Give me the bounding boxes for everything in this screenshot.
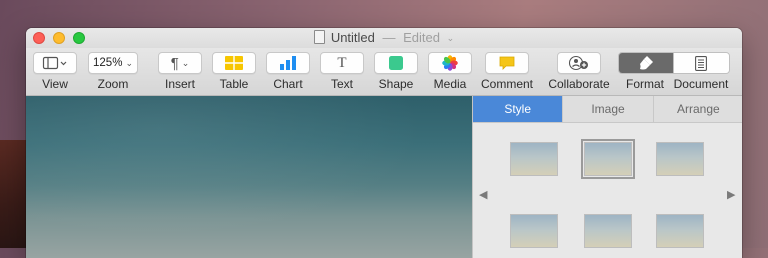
tab-arrange[interactable]: Arrange xyxy=(653,96,742,122)
chart-button[interactable] xyxy=(266,52,310,74)
title-bar: Untitled — Edited ⌄ xyxy=(26,28,742,48)
desktop-wallpaper-edge xyxy=(0,140,26,248)
image-style-thumbnail[interactable] xyxy=(584,214,632,248)
document-proxy-icon[interactable] xyxy=(313,30,325,44)
tab-image[interactable]: Image xyxy=(563,96,654,122)
pages-window: Untitled — Edited ⌄ View 125% ⌄ Zoom ¶ ⌄… xyxy=(26,28,742,258)
document-title: Untitled xyxy=(330,30,375,45)
bar-chart-icon xyxy=(280,56,296,70)
window-title[interactable]: Untitled — Edited ⌄ xyxy=(26,30,742,46)
view-button[interactable] xyxy=(33,52,77,74)
image-style-thumbnail[interactable] xyxy=(656,142,704,176)
media-tool: Media xyxy=(428,52,472,91)
toolbar: View 125% ⌄ Zoom ¶ ⌄ Insert Table Chart … xyxy=(26,48,742,96)
document-icon xyxy=(695,55,708,71)
view-label: View xyxy=(42,77,68,91)
text-tool: T Text xyxy=(320,52,364,91)
chevron-down-icon: ⌄ xyxy=(125,57,133,68)
comment-button[interactable] xyxy=(485,52,529,74)
zoom-value: 125% xyxy=(93,57,123,69)
image-style-thumbnail[interactable] xyxy=(581,139,635,179)
document-button[interactable] xyxy=(672,53,729,73)
collaborate-tool: Collaborate xyxy=(544,52,614,91)
paintbrush-icon xyxy=(639,56,653,70)
table-tool: Table xyxy=(212,52,256,91)
text-label: Text xyxy=(330,77,353,91)
document-label: Document xyxy=(673,77,729,91)
inspector-tabs: Style Image Arrange xyxy=(473,96,742,123)
chevron-down-icon: ⌄ xyxy=(181,57,190,68)
document-canvas[interactable] xyxy=(26,96,472,258)
previous-page-arrow-icon[interactable]: ◀ xyxy=(479,188,487,201)
sidebar-view-icon xyxy=(42,56,67,70)
title-chevron-icon: ⌄ xyxy=(446,33,455,43)
inspector-segmented-control xyxy=(618,52,730,74)
image-style-thumbnail[interactable] xyxy=(656,214,704,248)
shape-label: Shape xyxy=(378,77,414,91)
collaborate-icon xyxy=(568,55,588,71)
insert-tool: ¶ ⌄ Insert xyxy=(158,52,202,91)
format-button[interactable] xyxy=(619,53,673,73)
chart-tool: Chart xyxy=(266,52,310,91)
image-style-thumbnail[interactable] xyxy=(510,214,558,248)
text-button[interactable]: T xyxy=(320,52,364,74)
collaborate-label: Collaborate xyxy=(548,77,610,91)
media-flower-icon xyxy=(442,55,458,71)
comment-label: Comment xyxy=(480,77,533,91)
shape-tool: Shape xyxy=(374,52,418,91)
insert-button[interactable]: ¶ ⌄ xyxy=(158,52,202,74)
comment-tool: Comment xyxy=(478,52,536,91)
view-tool: View xyxy=(33,52,77,91)
next-page-arrow-icon[interactable]: ▶ xyxy=(727,188,735,201)
insert-label: Insert xyxy=(164,77,195,91)
chart-label: Chart xyxy=(273,77,303,91)
zoom-label: Zoom xyxy=(97,77,129,91)
zoom-popup[interactable]: 125% ⌄ xyxy=(88,52,138,74)
text-box-icon: T xyxy=(337,54,347,71)
format-inspector: Style Image Arrange ◀ ▶ xyxy=(472,96,742,258)
shape-button[interactable] xyxy=(374,52,418,74)
zoom-tool: 125% ⌄ Zoom xyxy=(88,52,138,91)
media-label: Media xyxy=(433,77,467,91)
inspector-switcher: Format Document xyxy=(618,52,730,91)
title-status: Edited xyxy=(403,30,441,45)
table-icon xyxy=(225,56,243,70)
shape-icon xyxy=(389,56,403,70)
table-button[interactable] xyxy=(212,52,256,74)
format-label: Format xyxy=(625,77,664,91)
tab-style[interactable]: Style xyxy=(473,96,564,122)
paragraph-icon: ¶ xyxy=(170,54,179,72)
image-style-grid: ◀ ▶ xyxy=(473,122,742,258)
collaborate-button[interactable] xyxy=(557,52,601,74)
media-button[interactable] xyxy=(428,52,472,74)
table-label: Table xyxy=(219,77,249,91)
title-separator: — xyxy=(382,30,396,45)
image-style-thumbnail[interactable] xyxy=(510,142,558,176)
comment-icon xyxy=(499,56,515,70)
